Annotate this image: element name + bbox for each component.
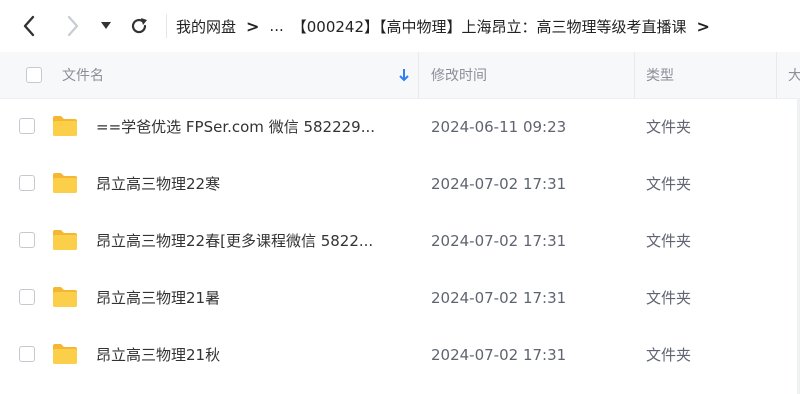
column-header-size[interactable]: 大 bbox=[788, 52, 800, 98]
column-header-modified[interactable]: 修改时间 bbox=[431, 52, 487, 98]
folder-icon bbox=[53, 173, 77, 193]
table-row[interactable]: 昂立高三物理21秋 2024-07-02 17:31 文件夹 bbox=[0, 326, 800, 383]
breadcrumb-separator: > bbox=[246, 16, 260, 36]
refresh-button[interactable] bbox=[124, 10, 154, 42]
column-header-type[interactable]: 类型 bbox=[646, 52, 674, 98]
table-row[interactable]: 昂立高三物理22春[更多课程微信 5822... 2024-07-02 17:3… bbox=[0, 212, 800, 269]
chevron-right-icon bbox=[67, 15, 79, 37]
folder-icon bbox=[53, 344, 77, 364]
modified-time: 2024-07-02 17:31 bbox=[431, 288, 567, 307]
file-name[interactable]: ==学爸优选 FPSer.com 微信 582229... bbox=[96, 98, 375, 155]
breadcrumb: 我的网盘 > ... 【000242】【高中物理】上海昂立：高三物理等级考直播课… bbox=[172, 0, 716, 52]
chevron-left-icon bbox=[23, 15, 35, 37]
file-name[interactable]: 昂立高三物理22春[更多课程微信 5822... bbox=[96, 212, 373, 269]
modified-time: 2024-07-02 17:31 bbox=[431, 231, 567, 250]
folder-icon bbox=[53, 116, 77, 136]
modified-time: 2024-07-02 17:31 bbox=[431, 174, 567, 193]
select-all-checkbox[interactable] bbox=[26, 67, 42, 83]
file-type: 文件夹 bbox=[646, 118, 692, 136]
table-row[interactable]: ==学爸优选 FPSer.com 微信 582229... 2024-06-11… bbox=[0, 98, 800, 155]
sort-down-arrow-icon[interactable] bbox=[398, 52, 410, 98]
column-divider[interactable] bbox=[418, 52, 419, 98]
breadcrumb-root[interactable]: 我的网盘 bbox=[172, 16, 240, 37]
modified-time: 2024-07-02 17:31 bbox=[431, 345, 567, 364]
table-row[interactable]: 昂立高三物理22寒 2024-07-02 17:31 文件夹 bbox=[0, 155, 800, 212]
back-button[interactable] bbox=[14, 10, 44, 42]
breadcrumb-current: 【000242】【高中物理】上海昂立：高三物理等级考直播课 bbox=[291, 17, 687, 36]
row-checkbox[interactable] bbox=[19, 346, 35, 362]
file-name[interactable]: 昂立高三物理21暑 bbox=[96, 269, 220, 326]
file-name[interactable]: 昂立高三物理22寒 bbox=[96, 155, 220, 212]
file-type: 文件夹 bbox=[646, 346, 692, 364]
breadcrumb-separator: > bbox=[696, 16, 710, 36]
forward-button[interactable] bbox=[58, 10, 88, 42]
row-checkbox[interactable] bbox=[19, 175, 35, 191]
file-type: 文件夹 bbox=[646, 175, 692, 193]
breadcrumb-ellipsis[interactable]: ... bbox=[265, 17, 287, 35]
file-type: 文件夹 bbox=[646, 289, 692, 307]
column-divider[interactable] bbox=[634, 52, 635, 98]
folder-icon bbox=[53, 230, 77, 250]
history-dropdown-button[interactable] bbox=[94, 10, 118, 42]
refresh-icon bbox=[131, 18, 147, 34]
column-header-name[interactable]: 文件名 bbox=[62, 52, 104, 98]
file-type: 文件夹 bbox=[646, 232, 692, 250]
file-list-header: 文件名 修改时间 类型 大 bbox=[0, 52, 800, 99]
modified-time: 2024-06-11 09:23 bbox=[431, 117, 567, 136]
table-row[interactable]: 昂立高三物理21暑 2024-07-02 17:31 文件夹 bbox=[0, 269, 800, 326]
row-checkbox[interactable] bbox=[19, 232, 35, 248]
file-name[interactable]: 昂立高三物理21秋 bbox=[96, 326, 220, 383]
row-checkbox[interactable] bbox=[19, 118, 35, 134]
row-checkbox[interactable] bbox=[19, 289, 35, 305]
folder-icon bbox=[53, 287, 77, 307]
caret-down-icon bbox=[101, 22, 111, 29]
column-divider[interactable] bbox=[776, 52, 777, 98]
toolbar: 我的网盘 > ... 【000242】【高中物理】上海昂立：高三物理等级考直播课… bbox=[0, 0, 800, 52]
toolbar-divider bbox=[166, 14, 167, 38]
